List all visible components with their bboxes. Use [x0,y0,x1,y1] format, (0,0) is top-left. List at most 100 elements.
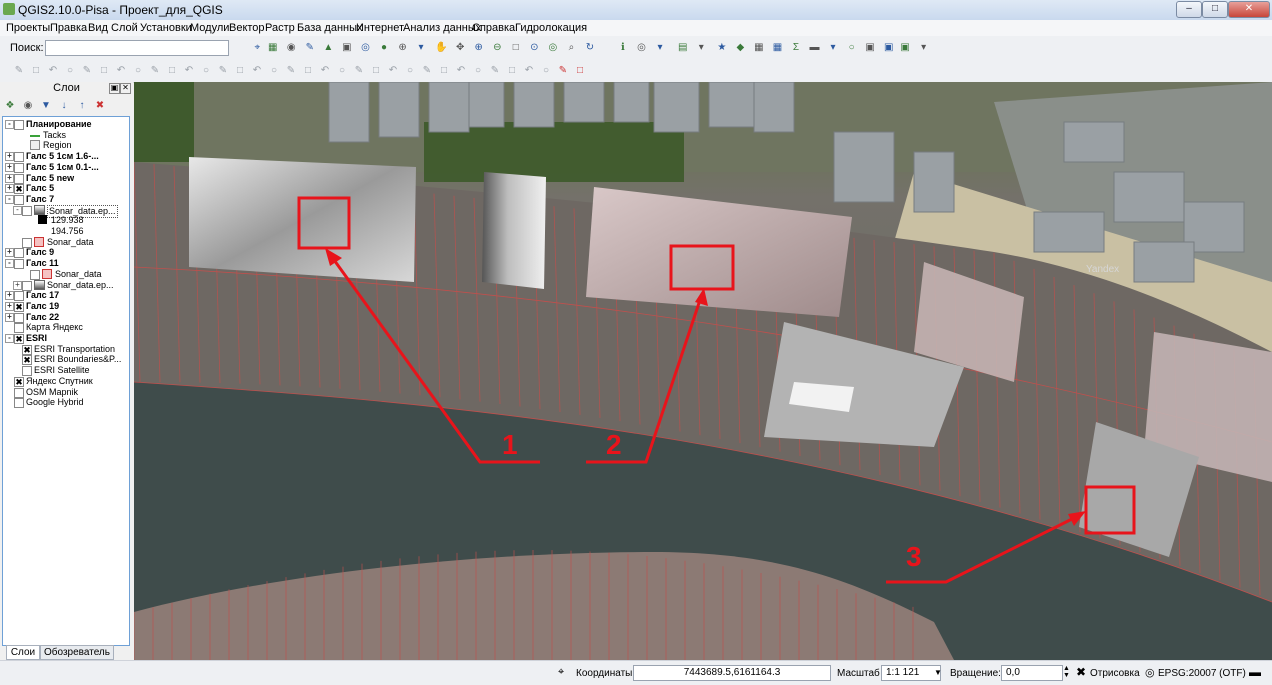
edit-tool-icon[interactable]: ↶ [454,64,468,78]
toolbar-tool-icon[interactable]: ▾ [917,41,931,55]
toolbar-tool-icon[interactable]: ▦ [752,41,766,55]
layer-visibility-checkbox[interactable]: ✖ [14,301,24,312]
toolbar-tool-icon[interactable]: ▾ [694,41,708,55]
layer-visibility-checkbox[interactable]: ✖ [22,355,32,366]
layer-visibility-checkbox[interactable]: ✖ [14,184,24,195]
expand-icon[interactable]: + [5,162,14,172]
layer-row[interactable]: Region [3,140,127,151]
menu-settings[interactable]: Установки [140,22,192,34]
layer-row[interactable]: - Галс 7 [3,194,127,205]
menu-vector[interactable]: Вектор [229,22,265,34]
toolbar-tool-icon[interactable]: ◎ [546,41,560,55]
remove-layer-icon[interactable]: ✖ [93,99,107,113]
layer-row[interactable]: OSM Mapnik [3,387,127,398]
toolbar-tool-icon[interactable]: ▣ [863,41,877,55]
edit-tool-icon[interactable]: ↶ [250,64,264,78]
layer-visibility-checkbox[interactable]: ✖ [14,334,24,344]
edit-tool-icon[interactable]: ○ [199,64,213,78]
edit-tool-icon[interactable]: □ [437,64,451,78]
edit-tool-icon[interactable]: ✎ [284,64,298,78]
tab-browser[interactable]: Обозреватель [40,645,114,660]
layer-row[interactable]: ESRI Satellite [3,365,127,377]
tab-layers[interactable]: Слои [6,645,40,660]
layer-row[interactable]: + Sonar_data.ep... [3,279,127,291]
expand-icon[interactable]: + [5,173,14,183]
edit-tool-icon[interactable]: ↶ [182,64,196,78]
toolbar-tool-icon[interactable]: ◎ [358,41,372,55]
toolbar-tool-icon[interactable]: ✥ [453,41,467,55]
layer-row[interactable]: + Галс 22 [3,312,127,323]
scale-dropdown-icon[interactable]: ▼ [934,668,942,677]
menu-sonar[interactable]: Гидролокация [515,22,587,34]
layer-row[interactable]: 194.756 [3,226,127,237]
layer-visibility-checkbox[interactable] [14,291,24,302]
layer-row[interactable]: Sonar_data [3,268,127,280]
toolbar-tool-icon[interactable]: ⊕ [472,41,486,55]
layer-visibility-checkbox[interactable] [22,205,32,216]
toolbar-tool-icon[interactable]: ▦ [266,41,280,55]
layer-row[interactable]: - ✖ ESRI [3,333,127,344]
layer-visibility-checkbox[interactable] [14,152,24,163]
coords-field[interactable]: 7443689.5,6161164.3 [633,665,831,681]
edit-tool-icon[interactable]: □ [369,64,383,78]
edit-tool-icon[interactable]: ✎ [148,64,162,78]
layer-row[interactable]: + Галс 5 1см 1.6-... [3,151,127,163]
layer-visibility-checkbox[interactable] [14,248,24,259]
layer-visibility-checkbox[interactable] [14,387,24,398]
edit-tool-icon[interactable]: ↶ [318,64,332,78]
toolbar-tool-icon[interactable]: ⊖ [490,41,504,55]
menu-view[interactable]: Вид [88,22,108,34]
layer-row[interactable]: + ✖ Галс 5 [3,183,127,195]
menu-web[interactable]: Интернет [356,22,404,34]
edit-tool-icon[interactable]: ○ [267,64,281,78]
layer-visibility-checkbox[interactable] [14,120,24,130]
toolbar-tool-icon[interactable]: ▬ [808,41,822,55]
layer-row[interactable]: - Галс 11 [3,258,127,270]
toolbar-tool-icon[interactable]: ◆ [733,41,747,55]
layer-visibility-checkbox[interactable]: ✖ [22,344,32,355]
search-input[interactable] [45,40,229,56]
collapse-icon[interactable]: - [5,259,14,269]
edit-tool-icon[interactable]: ○ [335,64,349,78]
toolbar-tool-icon[interactable]: ✋ [435,41,449,55]
edit-tool-icon[interactable]: □ [301,64,315,78]
map-canvas[interactable]: 1 2 3 Yandex [134,82,1272,660]
layer-row[interactable]: ✖ ESRI Boundaries&P... [3,354,127,366]
layer-row[interactable]: + Галс 5 new [3,173,127,184]
toolbar-tool-icon[interactable]: ▤ [676,41,690,55]
edit-tool-icon[interactable]: ↶ [114,64,128,78]
layer-row[interactable]: ✖ ESRI Transportation [3,344,127,355]
edit-tool-icon[interactable]: ✎ [352,64,366,78]
layer-row[interactable]: Sonar_data [3,236,127,248]
add-layer-icon[interactable]: ❖ [3,99,17,113]
layer-visibility-checkbox[interactable] [22,366,32,377]
edit-tool-icon[interactable]: ○ [539,64,553,78]
toolbar-tool-icon[interactable]: ✎ [303,41,317,55]
expand-icon[interactable]: + [5,152,14,162]
toolbar-tool-icon[interactable]: ▣ [340,41,354,55]
messages-icon[interactable]: ▬ [1249,665,1261,679]
scale-select[interactable]: 1:1 121 [881,665,941,681]
layer-visibility-checkbox[interactable] [14,323,24,334]
edit-tool-icon[interactable]: ↶ [46,64,60,78]
edit-tool-icon[interactable]: ○ [131,64,145,78]
edit-tool-icon[interactable]: ✎ [216,64,230,78]
rotation-field[interactable]: 0,0 [1001,665,1063,681]
edit-tool-icon[interactable]: □ [233,64,247,78]
menu-layer[interactable]: Слой [111,22,138,34]
expand-all-icon[interactable]: ↓ [57,99,71,113]
toolbar-tool-icon[interactable]: ● [377,41,391,55]
toolbar-tool-icon[interactable]: □ [509,41,523,55]
collapse-icon[interactable]: - [5,194,14,204]
toolbar-tool-icon[interactable]: Σ [789,41,803,55]
visibility-icon[interactable]: ◉ [21,99,35,113]
edit-tool-icon[interactable]: □ [505,64,519,78]
layer-row[interactable]: + Галс 17 [3,290,127,302]
toolbar-tool-icon[interactable]: ★ [715,41,729,55]
edit-tool-icon[interactable]: ○ [63,64,77,78]
layer-row[interactable]: + Галс 5 1см 0.1-... [3,162,127,173]
edit-tool-icon[interactable]: ↶ [522,64,536,78]
toolbar-tool-icon[interactable]: ⊕ [396,41,410,55]
toolbar-tool-icon[interactable]: ⌖ [250,41,264,55]
edit-tool-icon[interactable]: □ [97,64,111,78]
